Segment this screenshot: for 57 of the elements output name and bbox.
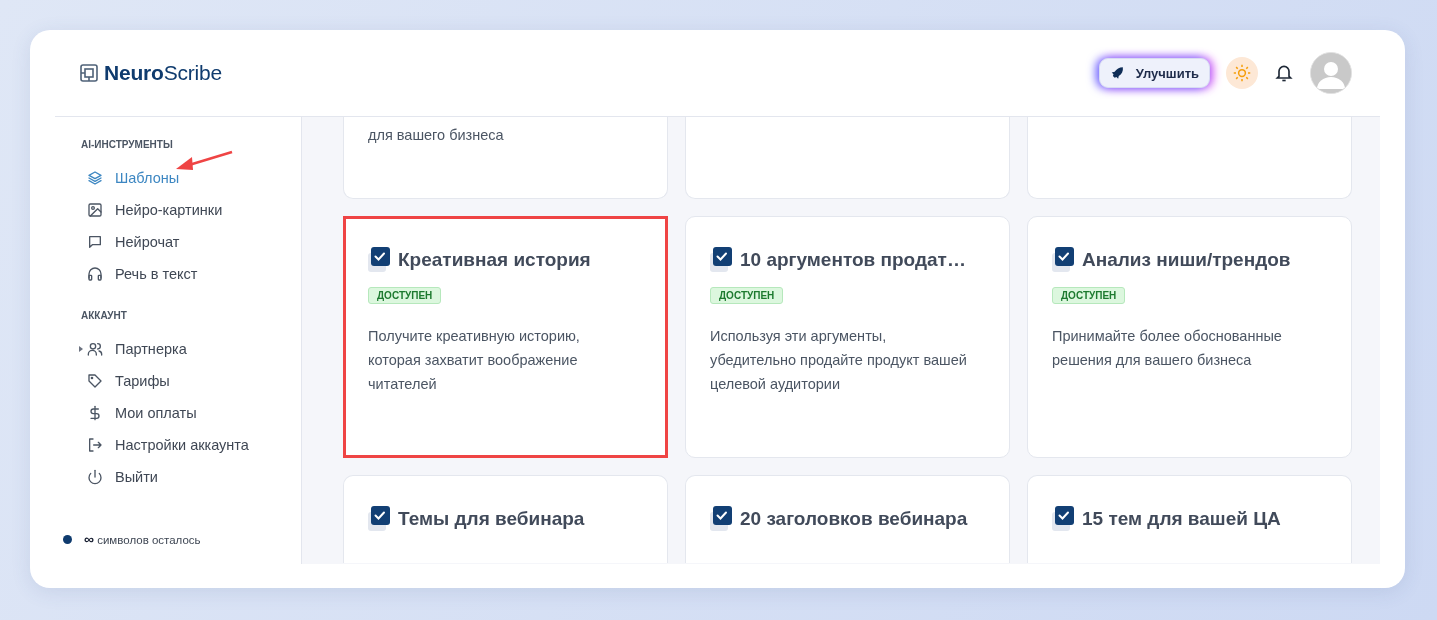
sidebar-item[interactable]: Нейрочат <box>87 234 180 250</box>
status-badge: ДОСТУПЕН <box>710 287 784 304</box>
card-title: 15 тем для вашей ЦА <box>1082 508 1281 530</box>
card-title: Темы для вебинара <box>398 508 585 530</box>
card-title: Анализ ниши/трендов <box>1082 249 1291 271</box>
template-card[interactable]: Темы для вебинара <box>343 475 668 563</box>
template-card[interactable]: Креативная история ДОСТУПЕН Получите креативную историю, которая захватит воображение читателей <box>343 216 668 458</box>
card-title: 10 аргументов продат… <box>740 249 966 271</box>
template-card[interactable]: Анализ ниши/трендов ДОСТУПЕН Принимайте более обоснованные решения для вашего бизнеса <box>1027 216 1352 458</box>
check-icon <box>368 506 390 532</box>
card-description: Принимайте более обоснованные решения для вашего бизнеса <box>1052 327 1283 370</box>
sidebar-item[interactable]: Настройки аккаунта <box>87 437 249 453</box>
tag-icon <box>87 373 103 389</box>
template-card[interactable]: для вашего бизнеса <box>343 117 668 199</box>
theme-toggle-button[interactable] <box>1226 57 1258 89</box>
check-icon <box>1052 506 1074 532</box>
users-icon <box>87 341 103 357</box>
template-card[interactable]: 15 тем для вашей ЦА <box>1027 475 1352 563</box>
sidebar-item[interactable]: Выйти <box>87 469 158 485</box>
section-heading: АККАУНТ <box>80 310 128 321</box>
power-icon <box>87 469 103 485</box>
exit-icon <box>87 437 103 453</box>
bell-icon[interactable] <box>1274 63 1294 83</box>
dollar-icon <box>87 405 103 421</box>
upgrade-button[interactable]: Улучшить <box>1098 58 1210 88</box>
card-title: 20 заголовков вебинара <box>740 508 968 530</box>
template-card[interactable]: 20 заголовков вебинара <box>685 475 1010 563</box>
template-card[interactable] <box>1027 117 1352 199</box>
status-badge: ДОСТУПЕН <box>368 287 442 304</box>
sidebar-item[interactable]: Тарифы <box>87 373 170 389</box>
section-heading: AI-ИНСТРУМЕНТЫ <box>80 139 174 150</box>
template-card[interactable] <box>685 117 1010 199</box>
card-description: для вашего бизнеса <box>368 126 505 145</box>
card-description: Получите креативную историю, которая захватит воображение читателей <box>368 327 581 394</box>
layers-icon <box>87 170 103 186</box>
status-badge: ДОСТУПЕН <box>1052 287 1126 304</box>
template-card[interactable]: 10 аргументов продат… ДОСТУПЕН Используя эти аргументы, убедительно продайте продукт вашей целевой аудитории <box>685 216 1010 458</box>
sidebar-item[interactable]: Нейро-картинки <box>87 202 223 218</box>
sidebar-item[interactable]: Мои оплаты <box>87 405 197 421</box>
sidebar-item[interactable]: Шаблоны <box>87 170 180 186</box>
logo-text: NeuroScribe <box>104 61 222 85</box>
check-icon <box>1052 247 1074 273</box>
caret-icon[interactable] <box>79 346 83 352</box>
sidebar-item[interactable]: Партнерка <box>87 341 187 357</box>
check-icon <box>710 506 732 532</box>
sidebar-item[interactable]: Речь в текст <box>87 266 198 282</box>
card-title: Креативная история <box>398 249 591 271</box>
chat-bubble-icon <box>87 234 103 250</box>
sun-icon <box>1233 64 1251 82</box>
headphones-icon <box>87 266 103 282</box>
check-icon <box>710 247 732 273</box>
rocket-icon <box>1109 66 1124 80</box>
quota-text: ∞ символов осталось <box>84 531 201 547</box>
card-description: Используя эти аргументы, убедительно продайте продукт вашей целевой аудитории <box>710 327 968 394</box>
logo-icon <box>80 64 98 82</box>
image-icon <box>87 202 103 218</box>
check-icon <box>368 247 390 273</box>
